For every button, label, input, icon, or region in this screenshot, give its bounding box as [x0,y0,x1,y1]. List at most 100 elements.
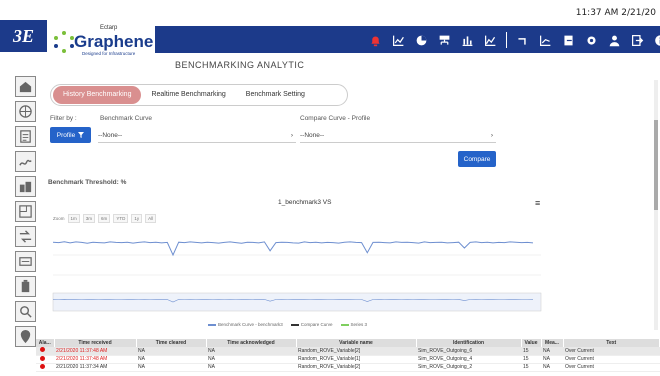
cell-value: 15 [521,363,541,372]
settings-icon[interactable] [580,29,603,51]
col-identification[interactable]: Identification [416,339,522,347]
col-time-cleared[interactable]: Time cleared [136,339,207,347]
logo-brand: Graphene [74,32,154,51]
cell-measure: NA [541,363,563,372]
cell-status-dot [36,355,54,364]
cell-time-acknowledged: NA [206,355,296,364]
logo-brand-small: Ectarp [100,25,118,31]
cell-text: Over Current [563,355,660,364]
col-variable-name[interactable]: Variable name [296,339,417,347]
vertical-scrollbar[interactable] [654,80,658,330]
ssd-icon[interactable] [15,251,36,272]
trend-chart-icon[interactable] [387,29,410,51]
compare-button[interactable]: Compare [458,151,496,167]
col-text[interactable]: Text [563,339,660,347]
cell-time-acknowledged: NA [206,363,296,372]
compare-curve-label: Compare Curve - Profile [300,115,371,122]
cell-measure: NA [541,355,563,364]
cell-value: 15 [521,347,541,356]
top-bar: 11:37 AM 2/21/20 [0,0,660,24]
cell-measure: NA [541,347,563,356]
cell-time-received: 2/21/2020 11:37:34 AM [54,363,136,372]
info-icon[interactable] [649,29,660,51]
floor-plan-icon[interactable] [15,201,36,222]
sidebar [0,76,40,376]
logo-tile: 3E [0,20,47,52]
cell-text: Over Current [563,363,660,372]
toolbar [364,28,660,52]
clock: 11:37 AM 2/21/20 [575,8,656,18]
col-time-acknowledged[interactable]: Time acknowledged [206,339,297,347]
home-icon[interactable] [15,76,36,97]
col-time-received[interactable]: Time received [54,339,137,347]
filter-icon [78,132,85,138]
chevron-right-icon: › [290,131,293,139]
document-icon[interactable] [15,126,36,147]
series-benchmark-line[interactable] [52,241,534,257]
benchmark-tabs: History Benchmarking Realtime Benchmarki… [50,84,348,106]
tab-benchmark-setting[interactable]: Benchmark Setting [236,86,315,104]
cell-variable-name: Random_ROVE_Variable[2] [296,347,416,356]
search-analytics-icon[interactable] [15,301,36,322]
filter-by-label: Filter by : [50,115,77,122]
cell-status-dot [36,363,54,372]
col-value[interactable]: Value [521,339,542,347]
logout-icon[interactable] [626,29,649,51]
signature-icon[interactable] [15,151,36,172]
cell-time-received: 2/21/2020 11:37:48 AM [54,355,136,364]
cell-time-cleared: NA [136,363,206,372]
line-chart-icon[interactable] [534,29,557,51]
legend-swatch [208,323,216,326]
toolbar-separator [506,32,507,48]
cell-time-acknowledged: NA [206,347,296,356]
alarm-dot-icon [40,347,45,353]
tab-realtime-benchmarking[interactable]: Realtime Benchmarking [141,86,235,104]
alarm-table: Ala... Time received Time cleared Time a… [36,339,660,376]
cell-variable-name: Random_ROVE_Variable[1] [296,355,416,364]
compare-curve-select[interactable]: --None-- › [300,128,496,143]
back-icon[interactable] [511,29,534,51]
building-icon[interactable] [15,176,36,197]
chart-gridlines [53,254,541,276]
legend-item-compare[interactable]: Compare Curve [290,322,333,327]
location-icon[interactable] [15,326,36,347]
table-row[interactable]: 2/21/2020 11:37:48 AM NA NA Random_ROVE_Var… [36,355,660,364]
legend-swatch [290,323,299,326]
legend-item-series3[interactable]: Series 3 [340,322,368,327]
page-title: BENCHMARKING ANALYTIC [175,60,305,70]
user-icon[interactable] [603,29,626,51]
navigator-panel[interactable] [52,292,542,312]
profile-filter-button[interactable]: Profile [50,127,91,143]
legend-label: Series 3 [350,322,368,327]
export-icon[interactable] [557,29,580,51]
chart-legend: Benchmark Curve - benchmark3 Compare Cur… [208,322,367,327]
cell-time-cleared: NA [136,355,206,364]
cell-status-dot [36,347,54,356]
alarm-dot-icon [40,363,45,369]
scrollbar-thumb[interactable] [654,120,658,210]
cell-variable-name: Random_ROVE_Variable[2] [296,363,416,372]
legend-item-benchmark[interactable]: Benchmark Curve - benchmark3 [208,322,283,327]
cell-identification: Sim_ROVE_Outgoing_6 [416,347,521,356]
table-row[interactable]: 2/21/2020 11:37:48 AM NA NA Random_ROVE_Var… [36,347,660,356]
alarm-icon[interactable] [364,29,387,51]
cell-value: 15 [521,355,541,364]
table-row[interactable]: 2/21/2020 11:37:34 AM NA NA Random_ROVE_Var… [36,363,660,372]
cell-text: Over Current [563,347,660,356]
flow-icon[interactable] [15,226,36,247]
cell-identification: Sim_ROVE_Outgoing_4 [416,355,521,364]
benchmark-curve-select[interactable]: --None-- › [98,128,296,143]
benchmark-curve-label: Benchmark Curve [100,115,153,122]
battery-icon[interactable] [15,276,36,297]
compare-select-value: --None-- [300,131,325,139]
pie-chart-icon[interactable] [410,29,433,51]
alarm-table-header: Ala... Time received Time cleared Time a… [36,339,660,347]
col-measure[interactable]: Mea... [541,339,564,347]
bar-chart-icon[interactable] [456,29,479,51]
globe-icon[interactable] [15,101,36,122]
network-icon[interactable] [433,29,456,51]
cell-time-cleared: NA [136,347,206,356]
tab-history-benchmarking[interactable]: History Benchmarking [53,86,142,104]
col-alarm[interactable]: Ala... [36,339,55,347]
area-chart-icon[interactable] [479,29,502,51]
